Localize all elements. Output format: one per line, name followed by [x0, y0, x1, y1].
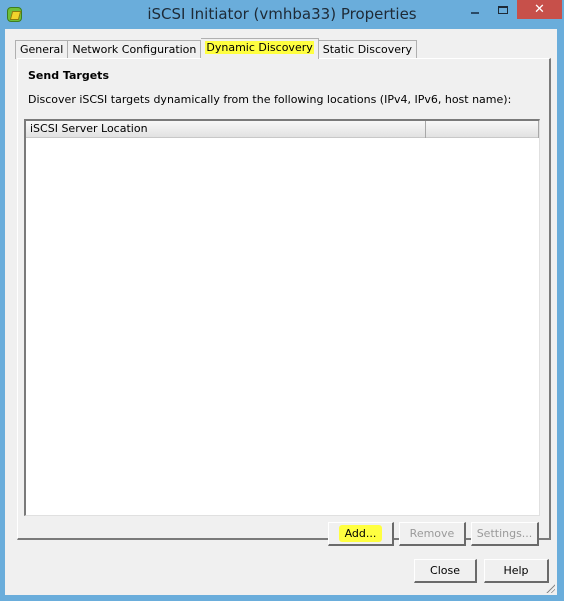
section-description: Discover iSCSI targets dynamically from … [28, 93, 512, 106]
section-title: Send Targets [28, 69, 109, 82]
minimize-button[interactable] [462, 0, 488, 20]
properties-dialog: iSCSI Initiator (vmhba33) Properties ✕ G… [0, 0, 564, 601]
add-button[interactable]: Add... [328, 522, 394, 546]
dynamic-discovery-panel: Send Targets Discover iSCSI targets dyna… [17, 58, 551, 546]
tab-network-configuration[interactable]: Network Configuration [68, 40, 202, 59]
remove-button[interactable]: Remove [399, 522, 466, 546]
tab-general[interactable]: General [15, 40, 69, 59]
column-header-server-location[interactable]: iSCSI Server Location [26, 121, 426, 138]
column-header-blank[interactable] [426, 121, 539, 138]
tab-strip: General Network Configuration Dynamic Di… [15, 38, 418, 59]
maximize-button[interactable] [490, 0, 516, 20]
resize-grip[interactable] [545, 583, 555, 593]
send-targets-table[interactable]: iSCSI Server Location [24, 119, 540, 516]
table-header: iSCSI Server Location [26, 121, 539, 138]
title-bar[interactable]: iSCSI Initiator (vmhba33) Properties ✕ [0, 0, 564, 29]
tab-dynamic-discovery[interactable]: Dynamic Discovery [201, 38, 319, 59]
settings-button[interactable]: Settings... [471, 522, 539, 546]
window-close-button[interactable]: ✕ [517, 0, 562, 19]
help-button[interactable]: Help [484, 559, 549, 583]
dialog-client-area: General Network Configuration Dynamic Di… [5, 29, 557, 595]
close-button[interactable]: Close [414, 559, 477, 583]
close-icon: ✕ [534, 2, 545, 17]
maximize-icon [498, 6, 508, 14]
minimize-icon [471, 12, 479, 14]
tab-static-discovery[interactable]: Static Discovery [318, 40, 418, 59]
